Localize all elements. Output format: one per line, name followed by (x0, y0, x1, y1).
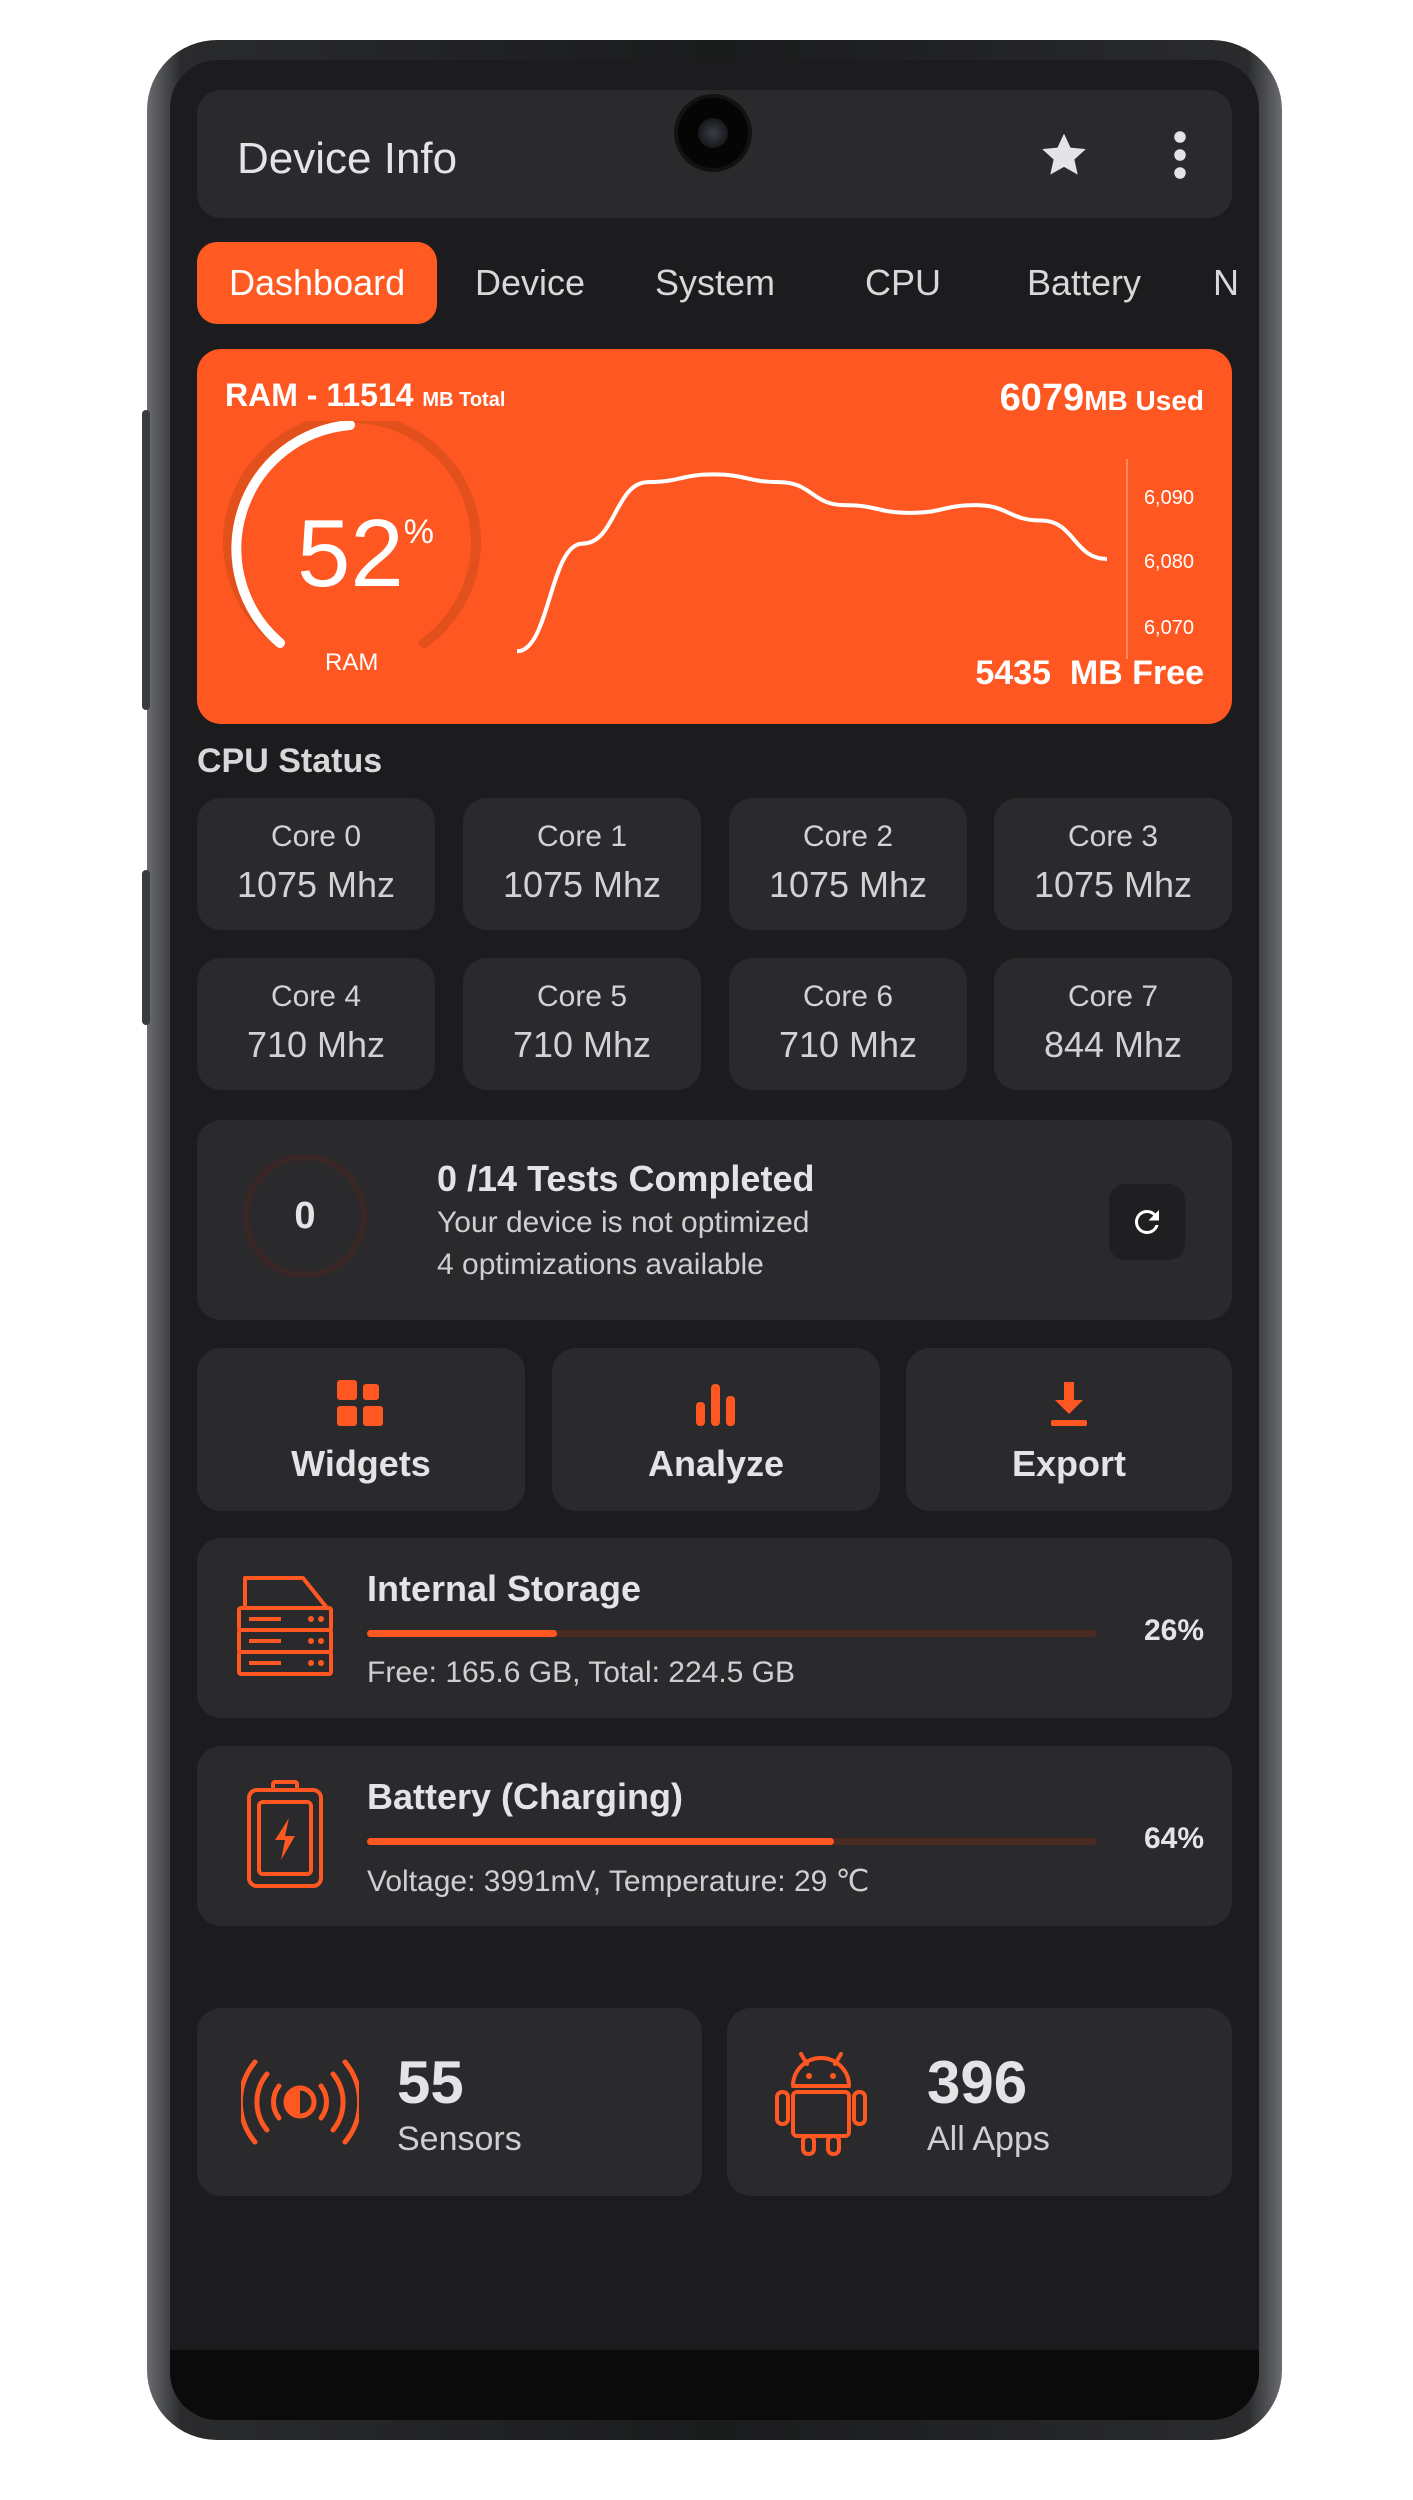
apps-label: All Apps (927, 2120, 1050, 2158)
ram-free: 5435 MB Free (975, 654, 1204, 692)
core-name: Core 1 (536, 820, 628, 853)
core-freq: 1075 Mhz (1033, 864, 1193, 905)
widgets-icon (337, 1380, 383, 1426)
battery-card[interactable]: Battery (Charging) 64% Voltage: 3991mV, … (197, 1746, 1232, 1926)
analyze-label: Analyze (647, 1443, 785, 1484)
battery-progress-fill (367, 1838, 835, 1845)
tests-count: 0 (294, 1195, 316, 1237)
cpu-core-card[interactable]: Core 4 710 Mhz (197, 958, 435, 1090)
tab-battery[interactable]: Battery (1027, 242, 1141, 324)
battery-progress (367, 1838, 1097, 1845)
export-label: Export (1011, 1443, 1126, 1484)
sensors-label: Sensors (397, 2120, 522, 2158)
core-freq: 1075 Mhz (502, 864, 662, 905)
storage-card[interactable]: Internal Storage 26% Free: 165.6 GB, Tot… (197, 1538, 1232, 1718)
ram-gauge-label: RAM (325, 649, 379, 676)
ram-used: 6079MB Used (999, 377, 1204, 419)
ram-card[interactable]: RAM - 11514 MB Total 6079MB Used 52% RAM… (197, 349, 1232, 724)
ram-axis-tick: 6,070 (1143, 617, 1194, 639)
android-icon (775, 2052, 867, 2156)
storage-percent: 26% (1143, 1614, 1204, 1647)
navigation-area (170, 2350, 1259, 2420)
tab-device[interactable]: Device (475, 242, 585, 324)
tab-system[interactable]: System (655, 242, 775, 324)
apps-card[interactable]: 396 All Apps (727, 2008, 1232, 2196)
core-freq: 710 Mhz (246, 1024, 386, 1065)
optimization-card[interactable]: 0 0 /14 Tests Completed Your device is n… (197, 1120, 1232, 1320)
core-freq: 1075 Mhz (236, 864, 396, 905)
cpu-core-card[interactable]: Core 1 1075 Mhz (463, 798, 701, 930)
tests-optimizations: 4 optimizations available (437, 1248, 764, 1281)
core-name: Core 3 (1067, 820, 1159, 853)
bar-chart-icon (696, 1384, 735, 1426)
cpu-core-card[interactable]: Core 7 844 Mhz (994, 958, 1232, 1090)
core-name: Core 5 (536, 980, 628, 1013)
ram-total: RAM - 11514 MB Total (225, 377, 506, 413)
battery-charging-icon (247, 1780, 323, 1888)
ram-percent: 52% (297, 500, 435, 607)
apps-count: 396 (927, 2049, 1028, 2116)
download-icon (1051, 1382, 1087, 1426)
storage-icon (237, 1576, 333, 1676)
cpu-core-card[interactable]: Core 0 1075 Mhz (197, 798, 435, 930)
core-freq: 844 Mhz (1043, 1024, 1183, 1065)
tests-status: Your device is not optimized (437, 1206, 810, 1239)
battery-title: Battery (Charging) (367, 1776, 684, 1817)
core-freq: 710 Mhz (512, 1024, 652, 1065)
core-name: Core 6 (802, 980, 894, 1013)
tab-more[interactable]: N (1213, 242, 1239, 324)
analyze-button[interactable]: Analyze (552, 1348, 880, 1511)
tab-bar: Dashboard Device System CPU Battery N (197, 242, 1259, 324)
cpu-status-title: CPU Status (197, 742, 383, 780)
app-title: Device Info (237, 134, 458, 183)
tests-heading: 0 /14 Tests Completed (437, 1158, 815, 1199)
storage-progress (367, 1630, 1097, 1637)
screen: Device Info Dashboard Device System CPU … (170, 60, 1259, 2420)
front-camera (678, 98, 748, 168)
cpu-core-card[interactable]: Core 5 710 Mhz (463, 958, 701, 1090)
core-name: Core 0 (270, 820, 362, 853)
battery-percent: 64% (1143, 1822, 1204, 1855)
sensors-count: 55 (397, 2049, 464, 2116)
ram-axis-tick: 6,080 (1143, 551, 1194, 573)
ram-axis-tick: 6,090 (1143, 487, 1194, 509)
storage-title: Internal Storage (367, 1568, 642, 1609)
export-button[interactable]: Export (906, 1348, 1232, 1511)
star-icon[interactable] (1037, 128, 1091, 182)
tab-cpu[interactable]: CPU (865, 242, 941, 324)
widgets-label: Widgets (291, 1443, 431, 1484)
cpu-core-card[interactable]: Core 2 1075 Mhz (729, 798, 967, 930)
ram-usage-line (517, 472, 1108, 654)
more-vert-icon[interactable] (1165, 128, 1195, 182)
cpu-core-card[interactable]: Core 6 710 Mhz (729, 958, 967, 1090)
battery-detail: Voltage: 3991mV, Temperature: 29 ℃ (367, 1865, 870, 1898)
storage-progress-fill (367, 1630, 557, 1637)
core-name: Core 2 (802, 820, 894, 853)
cpu-core-card[interactable]: Core 3 1075 Mhz (994, 798, 1232, 930)
refresh-icon (1134, 1210, 1159, 1234)
widgets-button[interactable]: Widgets (197, 1348, 525, 1511)
power-button (142, 870, 150, 1025)
core-freq: 710 Mhz (778, 1024, 918, 1065)
storage-detail: Free: 165.6 GB, Total: 224.5 GB (367, 1656, 796, 1689)
refresh-button[interactable] (1109, 1184, 1185, 1260)
core-freq: 1075 Mhz (768, 864, 928, 905)
sensors-icon (241, 2059, 359, 2145)
tab-dashboard[interactable]: Dashboard (197, 242, 438, 324)
sensors-card[interactable]: 55 Sensors (197, 2008, 702, 2196)
core-name: Core 7 (1067, 980, 1159, 1013)
volume-button (142, 410, 150, 710)
ram-usage-chart (517, 459, 1128, 659)
core-name: Core 4 (270, 980, 362, 1013)
